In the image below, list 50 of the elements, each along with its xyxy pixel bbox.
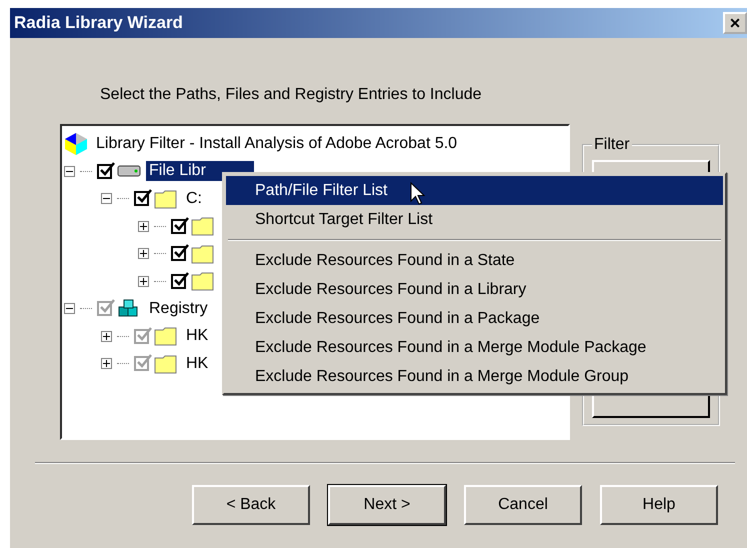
tree-item-label[interactable]: Library Filter - Install Analysis of Adobe Acrobat 5.0 — [93, 134, 460, 154]
tree-item-label[interactable]: HK — [183, 326, 212, 346]
expand-toggle[interactable] — [101, 358, 112, 370]
plus-icon — [103, 332, 110, 340]
tree-item-label[interactable]: Registry — [146, 298, 211, 319]
window-title: Radia Library Wizard — [14, 13, 183, 33]
dialog-button[interactable]: < Back — [192, 485, 310, 525]
tree-item-label[interactable]: HK — [183, 354, 212, 374]
folder-icon — [154, 326, 178, 346]
folder-icon — [154, 354, 178, 374]
menu-item[interactable]: Exclude Resources Found in a Library — [226, 275, 723, 304]
menu-item[interactable]: Shortcut Target Filter List — [226, 205, 723, 234]
group-label: Filter — [593, 136, 631, 154]
expand-toggle[interactable] — [101, 330, 112, 342]
menu-item[interactable]: Exclude Resources Found in a Merge Module Group — [226, 362, 723, 391]
checkbox[interactable] — [171, 274, 186, 289]
checkbox[interactable] — [134, 328, 149, 344]
pointer-icon — [410, 182, 426, 206]
expand-toggle[interactable] — [138, 220, 149, 232]
folder-icon — [154, 188, 178, 209]
plus-icon — [140, 278, 147, 285]
folder-icon — [191, 271, 215, 292]
checkbox[interactable] — [171, 246, 186, 262]
expand-toggle[interactable] — [138, 248, 149, 260]
drive-icon — [117, 164, 141, 178]
cube-icon — [64, 132, 88, 156]
checkbox[interactable] — [97, 301, 112, 316]
folder-icon — [191, 244, 215, 264]
plus-icon — [103, 360, 110, 368]
folder-icon — [191, 216, 215, 236]
expand-toggle[interactable] — [138, 276, 149, 287]
dialog-button[interactable]: Help — [600, 485, 718, 525]
checkbox[interactable] — [134, 356, 149, 372]
collapse-toggle[interactable] — [101, 193, 112, 204]
checkbox[interactable] — [97, 164, 112, 179]
plus-icon — [140, 250, 147, 258]
checkbox[interactable] — [171, 218, 186, 234]
menu-item[interactable]: Path/File Filter List — [226, 176, 723, 205]
instruction-text: Select the Paths, Files and Registry Entries to Include — [100, 86, 483, 105]
checkbox[interactable] — [134, 191, 149, 206]
plus-icon — [140, 222, 147, 230]
collapse-toggle[interactable] — [64, 303, 75, 314]
collapse-toggle[interactable] — [64, 166, 75, 177]
menu-item[interactable]: Exclude Resources Found in a State — [226, 246, 723, 275]
menu-item[interactable]: Exclude Resources Found in a Package — [226, 304, 723, 333]
menu-item[interactable]: Exclude Resources Found in a Merge Module Package — [226, 333, 723, 362]
tree-item-label[interactable]: C: — [183, 188, 205, 209]
close-button[interactable]: × — [723, 12, 747, 34]
dialog-button[interactable]: Next > — [328, 485, 446, 525]
dialog-button[interactable]: Cancel — [464, 485, 582, 525]
